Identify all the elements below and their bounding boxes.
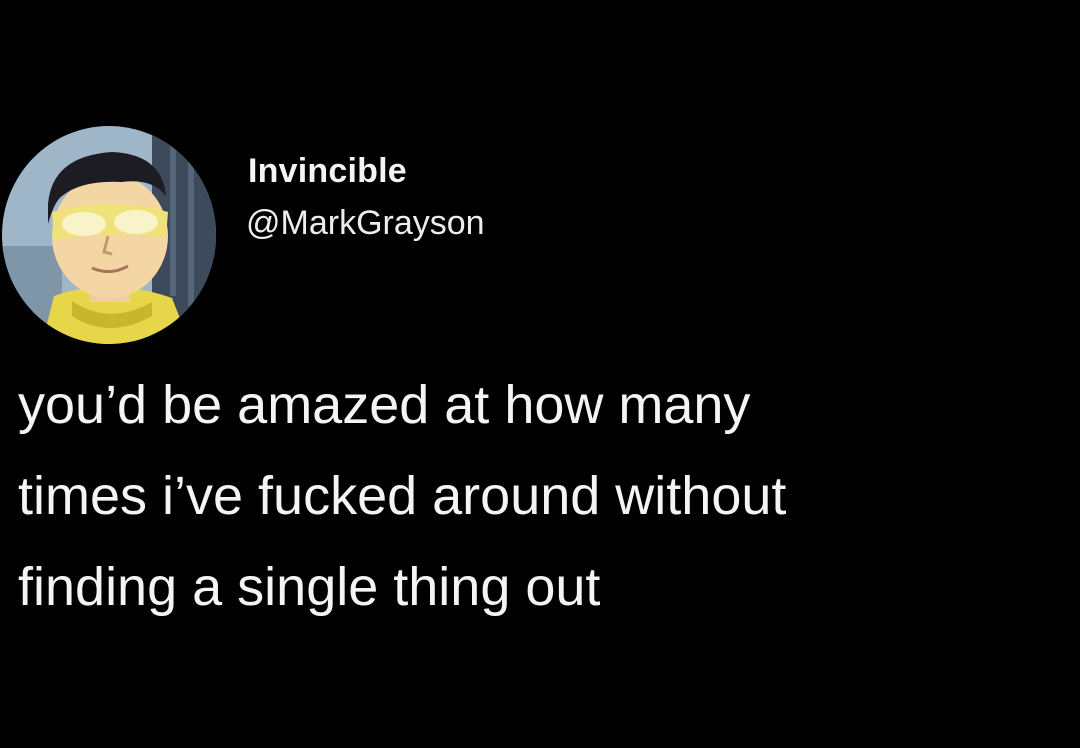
profile-avatar[interactable] [2, 126, 216, 344]
avatar-cartoon-hero-icon [2, 126, 216, 344]
author-display-name[interactable]: Invincible [248, 152, 407, 191]
author-handle[interactable]: @MarkGrayson [246, 204, 485, 243]
tweet-card: Invincible @MarkGrayson you’d be amazed … [0, 0, 1080, 748]
tweet-text: you’d be amazed at how many times i’ve f… [18, 375, 787, 617]
